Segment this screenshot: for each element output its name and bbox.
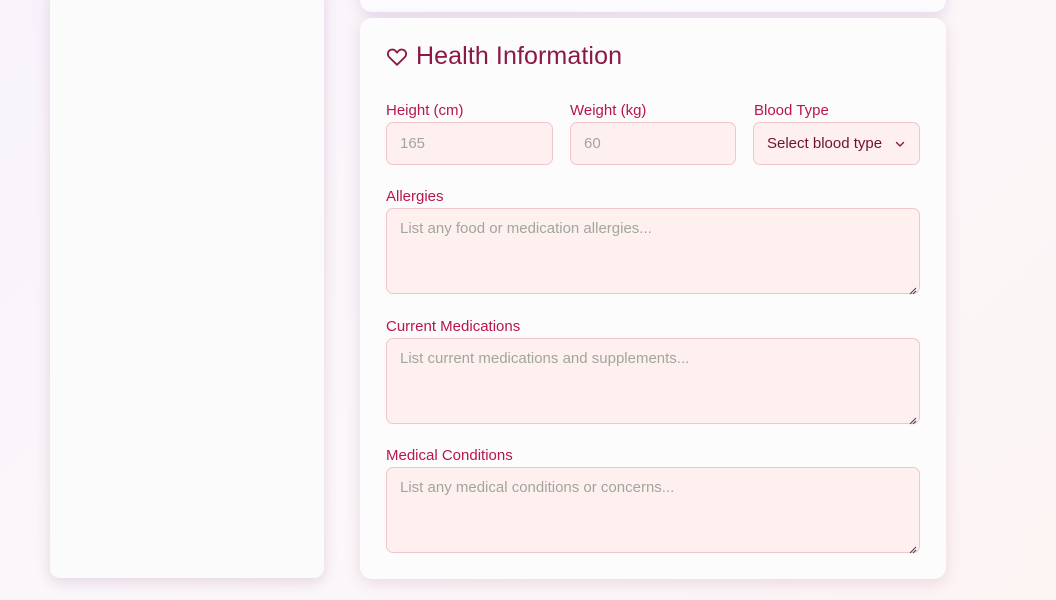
health-information-card: Health Information Height (cm) 165 Weigh… bbox=[360, 18, 946, 579]
height-input[interactable]: 165 bbox=[386, 122, 553, 165]
previous-section-card bbox=[360, 0, 946, 12]
weight-label: Weight (kg) bbox=[570, 102, 647, 119]
heart-icon bbox=[386, 46, 408, 68]
height-label: Height (cm) bbox=[386, 102, 464, 119]
conditions-textarea[interactable]: List any medical conditions or concerns.… bbox=[386, 467, 920, 554]
allergies-placeholder: List any food or medication allergies... bbox=[400, 220, 652, 237]
weight-input[interactable]: 60 bbox=[570, 122, 736, 165]
conditions-placeholder: List any medical conditions or concerns.… bbox=[400, 479, 675, 496]
resize-handle-icon[interactable] bbox=[908, 412, 917, 425]
medications-textarea[interactable]: List current medications and supplements… bbox=[386, 338, 920, 425]
medications-placeholder: List current medications and supplements… bbox=[400, 350, 690, 367]
medications-label: Current Medications bbox=[386, 318, 521, 335]
conditions-label: Medical Conditions bbox=[386, 447, 513, 464]
section-title: Health Information bbox=[416, 42, 623, 70]
height-placeholder: 165 bbox=[400, 135, 426, 152]
resize-handle-icon[interactable] bbox=[908, 541, 917, 554]
blood-type-select[interactable]: Select blood type bbox=[753, 122, 920, 165]
resize-handle-icon[interactable] bbox=[908, 282, 917, 295]
blood-type-value: Select blood type bbox=[767, 135, 883, 152]
section-header: Health Information bbox=[386, 42, 622, 71]
allergies-textarea[interactable]: List any food or medication allergies... bbox=[386, 208, 920, 295]
blood-type-label: Blood Type bbox=[754, 102, 829, 119]
chevron-down-icon bbox=[894, 138, 906, 150]
side-panel bbox=[50, 0, 324, 578]
weight-placeholder: 60 bbox=[584, 135, 601, 152]
allergies-label: Allergies bbox=[386, 188, 444, 205]
